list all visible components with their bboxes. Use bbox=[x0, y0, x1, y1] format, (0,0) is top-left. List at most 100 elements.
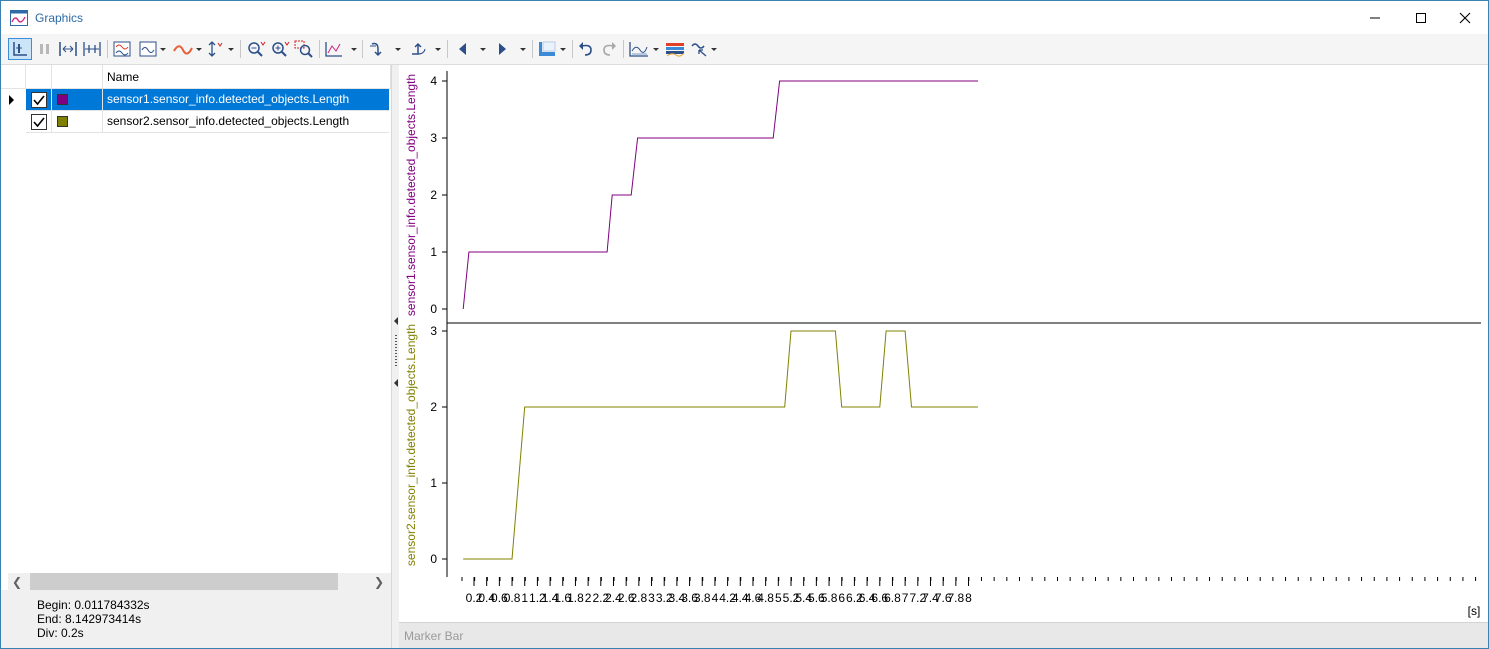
scroll-right-icon[interactable]: ❯ bbox=[374, 575, 384, 589]
x-tick-label: 7 bbox=[902, 591, 909, 605]
previous-marker-button[interactable] bbox=[452, 38, 488, 60]
color-map-button[interactable] bbox=[663, 38, 687, 60]
signal-name[interactable]: sensor1.sensor_info.detected_objects.Len… bbox=[103, 89, 389, 111]
zoom-in-button[interactable] bbox=[269, 38, 291, 60]
x-tick-label: 2.8 bbox=[630, 591, 647, 605]
chart-type-button[interactable] bbox=[627, 38, 661, 60]
end-time: End: 8.142973414s bbox=[37, 612, 142, 626]
cursor-mode-button[interactable] bbox=[8, 38, 32, 60]
undo-icon bbox=[579, 42, 592, 56]
scroll-left-icon[interactable]: ❮ bbox=[12, 575, 22, 589]
maximize-button[interactable] bbox=[1398, 1, 1444, 34]
x-tick-label: 6.8 bbox=[884, 591, 901, 605]
fit-time-button[interactable] bbox=[57, 38, 79, 60]
graphics-window: Graphics Name sensor1.sensor_info.detect… bbox=[0, 0, 1489, 649]
previous-step-icon bbox=[370, 42, 401, 57]
signal-row[interactable]: sensor2.sensor_info.detected_objects.Len… bbox=[1, 111, 391, 133]
checkbox-cell bbox=[26, 89, 52, 111]
toolbar-separator bbox=[362, 40, 363, 58]
chart-options-button[interactable] bbox=[323, 38, 359, 60]
y-tick-label: 3 bbox=[430, 131, 437, 145]
close-icon bbox=[1459, 12, 1471, 23]
signal-visible-checkbox[interactable] bbox=[31, 114, 47, 130]
horizontal-scrollbar[interactable]: ❮ ❯ bbox=[8, 573, 391, 590]
graphics-app-icon bbox=[10, 10, 28, 26]
signal-style-icon bbox=[139, 41, 166, 57]
toolbar-separator bbox=[319, 40, 320, 58]
signal-name[interactable]: sensor2.sensor_info.detected_objects.Len… bbox=[103, 111, 389, 133]
y-tick-label: 2 bbox=[430, 400, 437, 414]
x-tick-label: 1 bbox=[521, 591, 528, 605]
indicator-header bbox=[1, 65, 26, 89]
pause-button[interactable] bbox=[36, 38, 54, 60]
signal-visible-checkbox[interactable] bbox=[31, 92, 47, 108]
zoom-out-button[interactable] bbox=[245, 38, 267, 60]
x-tick-label: 5 bbox=[775, 591, 782, 605]
name-column-header[interactable]: Name bbox=[103, 65, 391, 89]
checkmark-icon bbox=[33, 117, 45, 128]
x-tick-label: 3 bbox=[648, 591, 655, 605]
window-title: Graphics bbox=[35, 11, 84, 25]
x-tick-label: 8 bbox=[965, 591, 972, 605]
signal-layout-button[interactable] bbox=[111, 38, 133, 60]
curve-button[interactable] bbox=[171, 38, 203, 60]
redo-button[interactable] bbox=[599, 38, 619, 60]
time-info-panel: Begin: 0.011784332s End: 8.142973414s Di… bbox=[1, 590, 391, 648]
fit-time-icon bbox=[59, 42, 77, 56]
signal-layout-icon bbox=[113, 41, 131, 57]
undo-button[interactable] bbox=[576, 38, 596, 60]
color-cell bbox=[52, 111, 103, 133]
y-axis-label: sensor2.sensor_info.detected_objects.Len… bbox=[404, 324, 418, 566]
axis-scale-button[interactable] bbox=[205, 38, 235, 60]
minimize-icon bbox=[1370, 17, 1380, 18]
toolbar bbox=[1, 34, 1488, 65]
checkbox-cell bbox=[26, 111, 52, 133]
checkbox-header bbox=[26, 65, 52, 89]
x-tick-label: 4.8 bbox=[757, 591, 774, 605]
signal-chart[interactable]: 0 1 2 3 4 sensor1.sensor_info.detected_object… bbox=[399, 65, 1488, 622]
next-marker-button[interactable] bbox=[492, 38, 528, 60]
signal-row[interactable]: sensor1.sensor_info.detected_objects.Len… bbox=[1, 89, 391, 111]
signal-grid-header: Name bbox=[1, 65, 391, 89]
marker-bar[interactable]: Marker Bar bbox=[399, 622, 1488, 648]
x-tick-label: 4 bbox=[712, 591, 719, 605]
signal-color-swatch[interactable] bbox=[57, 116, 68, 127]
close-button[interactable] bbox=[1442, 1, 1488, 34]
layout-button[interactable] bbox=[536, 38, 568, 60]
zoom-in-icon bbox=[272, 41, 290, 57]
signal-list-pane: Name sensor1.sensor_info.detected_object… bbox=[1, 65, 391, 648]
current-row-indicator-icon bbox=[9, 95, 14, 105]
x-tick-label: 2 bbox=[585, 591, 592, 605]
y-tick-label: 2 bbox=[430, 188, 437, 202]
signal-color-swatch[interactable] bbox=[57, 94, 68, 105]
begin-time: Begin: 0.011784332s bbox=[37, 598, 150, 612]
x-tick-label: 3.8 bbox=[694, 591, 711, 605]
next-step-button[interactable] bbox=[407, 38, 443, 60]
color-map-icon bbox=[666, 43, 685, 57]
color-header bbox=[52, 65, 103, 89]
x-tick-label: 7.8 bbox=[947, 591, 964, 605]
toolbar-separator bbox=[532, 40, 533, 58]
checkmark-icon bbox=[33, 95, 45, 106]
toolbar-separator bbox=[447, 40, 448, 58]
previous-step-button[interactable] bbox=[367, 38, 403, 60]
zoom-box-button[interactable] bbox=[293, 38, 315, 60]
minimize-button[interactable] bbox=[1352, 1, 1398, 34]
pane-splitter[interactable] bbox=[391, 65, 399, 648]
signal-export-button[interactable] bbox=[689, 38, 719, 60]
cursor-mode-icon bbox=[13, 42, 27, 56]
marker-bar-label: Marker Bar bbox=[404, 629, 464, 643]
y-tick-label: 3 bbox=[430, 324, 437, 338]
layout-icon bbox=[539, 41, 566, 56]
y-tick-label: 4 bbox=[430, 74, 437, 88]
x-tick-label: 5.8 bbox=[821, 591, 838, 605]
plot-area[interactable]: 0 1 2 3 4 sensor1.sensor_info.detected_object… bbox=[399, 65, 1488, 622]
toolbar-separator bbox=[107, 40, 108, 58]
fit-time-all-button[interactable] bbox=[81, 38, 103, 60]
scrollbar-thumb[interactable] bbox=[30, 573, 338, 590]
next-marker-icon bbox=[499, 43, 526, 55]
signal-style-button[interactable] bbox=[137, 38, 167, 60]
zoom-box-icon bbox=[294, 40, 313, 58]
x-tick-label: 0.8 bbox=[504, 591, 521, 605]
fit-time-all-icon bbox=[83, 42, 101, 56]
